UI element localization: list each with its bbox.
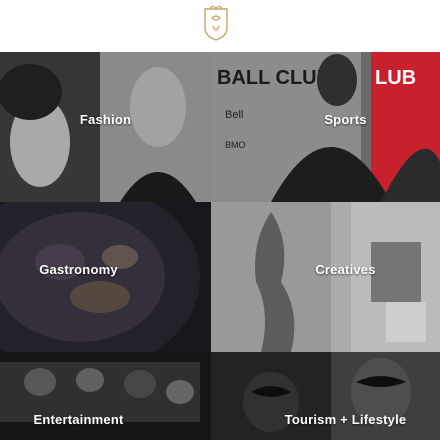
category-grid: Fashion BALL CLUB LUB Bell BMO Sports Ga… <box>0 52 440 440</box>
sports-sponsor-text-2: BMO <box>225 140 246 150</box>
category-label-tourism-lifestyle: Tourism + Lifestyle <box>284 412 407 427</box>
category-label-fashion: Fashion <box>79 112 132 127</box>
sports-photo: BALL CLUB LUB Bell BMO <box>211 52 440 202</box>
category-tile-sports[interactable]: BALL CLUB LUB Bell BMO Sports <box>211 52 440 202</box>
creatives-photo <box>211 202 440 352</box>
sports-banner-text-left: BALL CLUB <box>217 67 331 89</box>
gastronomy-photo <box>0 202 211 352</box>
category-tile-creatives[interactable]: Creatives <box>211 202 440 352</box>
top-header <box>0 0 440 52</box>
category-tile-fashion[interactable]: Fashion <box>0 52 211 202</box>
sports-banner-text-right: LUB <box>375 67 416 89</box>
category-label-entertainment: Entertainment <box>33 412 124 427</box>
category-label-creatives: Creatives <box>315 262 376 277</box>
category-tile-tourism-lifestyle[interactable]: Tourism + Lifestyle <box>211 352 440 440</box>
crest-logo-icon[interactable] <box>202 6 230 42</box>
category-label-gastronomy: Gastronomy <box>39 262 118 277</box>
fashion-photo <box>0 52 211 202</box>
category-label-sports: Sports <box>324 112 367 127</box>
category-tile-gastronomy[interactable]: Gastronomy <box>0 202 211 352</box>
category-tile-entertainment[interactable]: Entertainment <box>0 352 211 440</box>
